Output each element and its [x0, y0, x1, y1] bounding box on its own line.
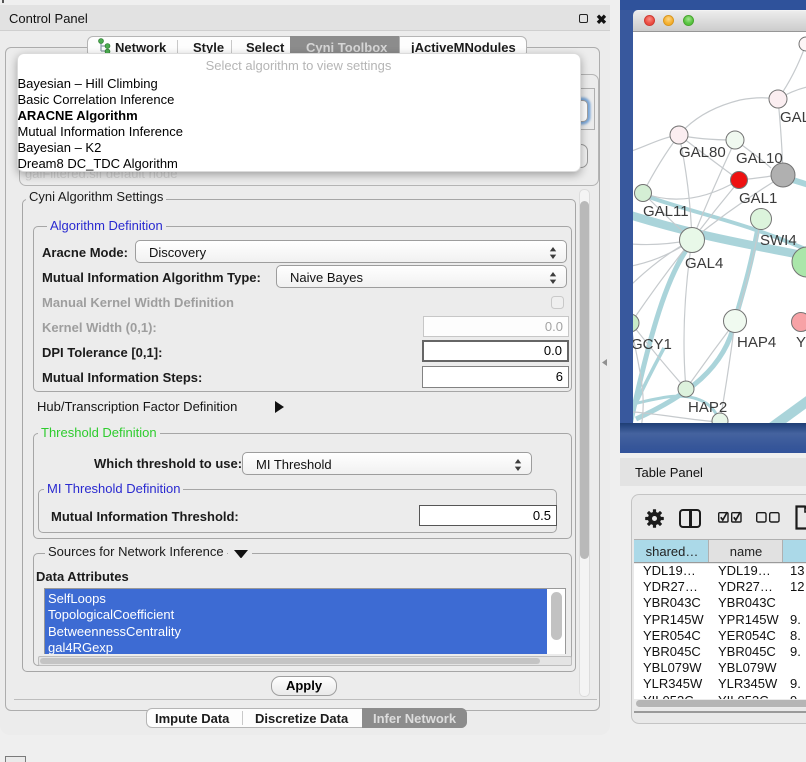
svg-text:GAL1: GAL1: [739, 190, 777, 207]
svg-text:SWI4: SWI4: [760, 232, 797, 249]
svg-text:GAL11: GAL11: [643, 203, 689, 220]
svg-text:GAL10: GAL10: [736, 150, 783, 167]
svg-text:Y: Y: [796, 334, 806, 351]
svg-text:GCY1: GCY1: [633, 336, 672, 353]
svg-text:HAP4: HAP4: [737, 334, 776, 351]
svg-text:GAL80: GAL80: [679, 144, 726, 161]
svg-text:GAL: GAL: [780, 109, 806, 126]
svg-text:HAP2: HAP2: [688, 399, 727, 416]
svg-text:GAL4: GAL4: [685, 255, 723, 272]
